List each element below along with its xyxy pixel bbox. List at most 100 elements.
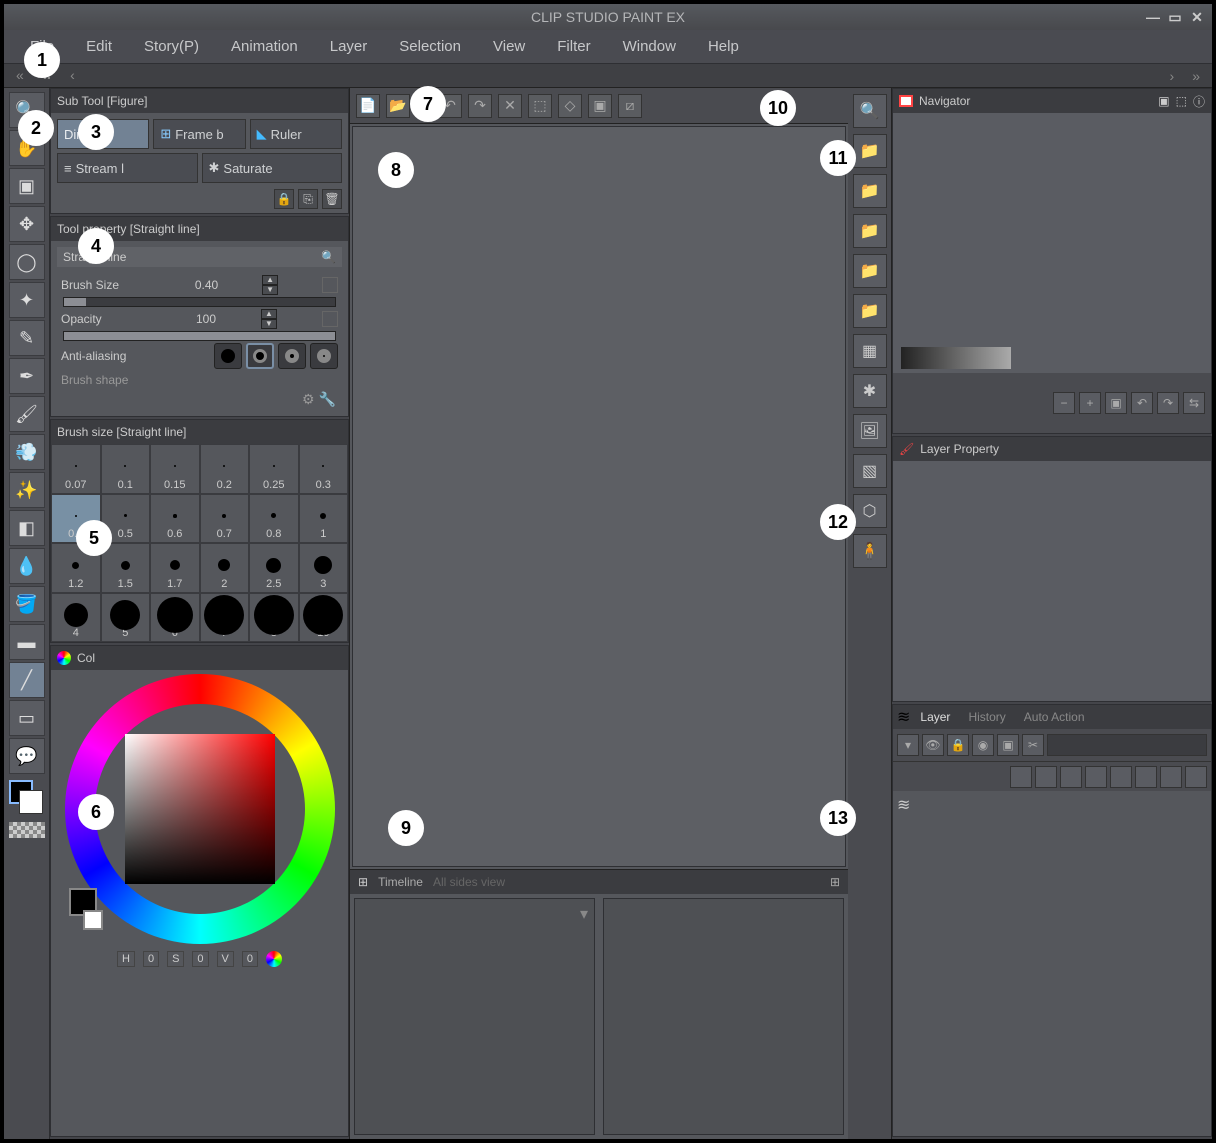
- merge-layer-icon[interactable]: [1085, 766, 1107, 788]
- frame-tool-icon[interactable]: ▭: [9, 700, 45, 736]
- zoom-out-icon[interactable]: −: [1053, 392, 1075, 414]
- menu-animation[interactable]: Animation: [215, 32, 314, 61]
- material-pattern-icon[interactable]: ▦: [853, 334, 887, 368]
- open-file-icon[interactable]: 📂: [386, 94, 410, 118]
- lasso-tool-icon[interactable]: ◯: [9, 244, 45, 280]
- brushsize-dynamics-icon[interactable]: [322, 277, 338, 293]
- opacity-slider[interactable]: [63, 331, 336, 341]
- clear-icon[interactable]: ✕: [498, 94, 522, 118]
- navigator-info-icon[interactable]: ⓘ: [1193, 93, 1205, 110]
- move-tool-icon[interactable]: ✥: [9, 206, 45, 242]
- opacity-dynamics-icon[interactable]: [322, 311, 338, 327]
- brushsize-option[interactable]: 10: [299, 593, 349, 643]
- brushsize-option[interactable]: 0.3: [299, 444, 349, 494]
- colorset-icon[interactable]: [266, 951, 282, 967]
- fill-tool-icon[interactable]: 🪣: [9, 586, 45, 622]
- material-folder-icon[interactable]: 📁: [853, 134, 887, 168]
- layer-visibility-icon[interactable]: 👁: [922, 734, 944, 756]
- subtool-frame-border[interactable]: ⊞Frame b: [153, 119, 245, 149]
- transfer-layer-icon[interactable]: [1160, 766, 1182, 788]
- delete-layer-icon[interactable]: [1135, 766, 1157, 788]
- toolprop-gear-icon[interactable]: ⚙: [302, 391, 315, 408]
- tab-autoaction[interactable]: Auto Action: [1016, 707, 1093, 727]
- menu-view[interactable]: View: [477, 32, 541, 61]
- timeline-toolbar-icon[interactable]: ⊞: [830, 875, 840, 889]
- material-3d-icon[interactable]: ▧: [853, 454, 887, 488]
- figure-tool-icon[interactable]: ╱: [9, 662, 45, 698]
- allsides-tab[interactable]: All sides view: [433, 875, 505, 889]
- timeline-layers[interactable]: ▾: [354, 898, 595, 1135]
- brush-tool-icon[interactable]: 🖌: [9, 396, 45, 432]
- layer-clip-icon[interactable]: ✂: [1022, 734, 1044, 756]
- material-folder4-icon[interactable]: 📁: [853, 254, 887, 288]
- zoom-slider[interactable]: [901, 347, 1011, 369]
- brushsize-option[interactable]: 0.8: [249, 494, 299, 544]
- opacity-stepper[interactable]: ▲▼: [261, 309, 277, 329]
- blend-tool-icon[interactable]: 💧: [9, 548, 45, 584]
- timeline-tab-icon[interactable]: ⊞: [358, 875, 368, 889]
- tab-layer[interactable]: Layer: [912, 707, 958, 727]
- brushsize-option[interactable]: 1: [299, 494, 349, 544]
- zoom-in-icon[interactable]: +: [1079, 392, 1101, 414]
- maximize-button[interactable]: ▭: [1166, 8, 1184, 26]
- brushsize-option[interactable]: 4: [51, 593, 101, 643]
- menu-window[interactable]: Window: [607, 32, 692, 61]
- layerproperty-body[interactable]: [893, 461, 1211, 701]
- layer-opacity-bar[interactable]: [1047, 734, 1207, 756]
- tab-history[interactable]: History: [960, 707, 1013, 727]
- transform-icon[interactable]: ▣: [588, 94, 612, 118]
- subtool-ruler[interactable]: ◣Ruler: [250, 119, 342, 149]
- menu-edit[interactable]: Edit: [70, 32, 128, 61]
- material-folder3-icon[interactable]: 📁: [853, 214, 887, 248]
- quickaccess-icon[interactable]: 🔍: [853, 94, 887, 128]
- mask-layer-icon[interactable]: [1110, 766, 1132, 788]
- fit-icon[interactable]: ▣: [1105, 392, 1127, 414]
- trash-layer-icon[interactable]: [1185, 766, 1207, 788]
- menu-selection[interactable]: Selection: [383, 32, 477, 61]
- deselect-icon[interactable]: ◇: [558, 94, 582, 118]
- airbrush-tool-icon[interactable]: 💨: [9, 434, 45, 470]
- menu-story[interactable]: Story(P): [128, 32, 215, 61]
- rotate-left-icon[interactable]: ↶: [1131, 392, 1153, 414]
- menu-layer[interactable]: Layer: [314, 32, 384, 61]
- navigator-preview[interactable]: [893, 113, 1211, 373]
- brushsize-option[interactable]: 0.25: [249, 444, 299, 494]
- layer-ref-icon[interactable]: ◉: [972, 734, 994, 756]
- crop-icon[interactable]: ⧄: [618, 94, 642, 118]
- brushsize-option[interactable]: 2: [200, 543, 250, 593]
- toolprop-wand-icon[interactable]: 🔍: [321, 250, 336, 264]
- subtool-trash-icon[interactable]: 🗑: [322, 189, 342, 209]
- minimize-button[interactable]: —: [1144, 8, 1162, 26]
- new-folder-icon[interactable]: [1035, 766, 1057, 788]
- rotate-right-icon[interactable]: ↷: [1157, 392, 1179, 414]
- material-pose-icon[interactable]: 🧍: [853, 534, 887, 568]
- material-burst-icon[interactable]: ✱: [853, 374, 887, 408]
- canvas-area[interactable]: [352, 126, 846, 867]
- material-folder5-icon[interactable]: 📁: [853, 294, 887, 328]
- brushsize-stepper[interactable]: ▲▼: [262, 275, 278, 295]
- layer-mask-icon[interactable]: ▣: [997, 734, 1019, 756]
- brushsize-option[interactable]: 2.5: [249, 543, 299, 593]
- brushsize-option[interactable]: 1.7: [150, 543, 200, 593]
- navigator-tab2-icon[interactable]: ▣: [1158, 94, 1169, 108]
- chevron-left-icon[interactable]: ‹: [64, 67, 81, 84]
- brushsize-slider[interactable]: [63, 297, 336, 307]
- pen-tool-icon[interactable]: ✒: [9, 358, 45, 394]
- subtool-lock-icon[interactable]: 🔒: [274, 189, 294, 209]
- brushsize-option[interactable]: 3: [299, 543, 349, 593]
- brushsize-option[interactable]: 0.1: [101, 444, 151, 494]
- subtool-stream-line[interactable]: ≡Stream l: [57, 153, 198, 183]
- brushsize-option[interactable]: 0.2: [200, 444, 250, 494]
- timeline-track[interactable]: [603, 898, 844, 1135]
- subtool-duplicate-icon[interactable]: ⎘: [298, 189, 318, 209]
- brushsize-option[interactable]: 1.5: [101, 543, 151, 593]
- eraser-tool-icon[interactable]: ◧: [9, 510, 45, 546]
- balloon-tool-icon[interactable]: 💬: [9, 738, 45, 774]
- wand-tool-icon[interactable]: ✦: [9, 282, 45, 318]
- subtool-saturated[interactable]: ✱Saturate: [202, 153, 343, 183]
- brushsize-option[interactable]: 0.6: [150, 494, 200, 544]
- close-button[interactable]: ✕: [1188, 8, 1206, 26]
- brushsize-option[interactable]: 8: [249, 593, 299, 643]
- antialias-options[interactable]: [214, 343, 338, 369]
- new-file-icon[interactable]: 📄: [356, 94, 380, 118]
